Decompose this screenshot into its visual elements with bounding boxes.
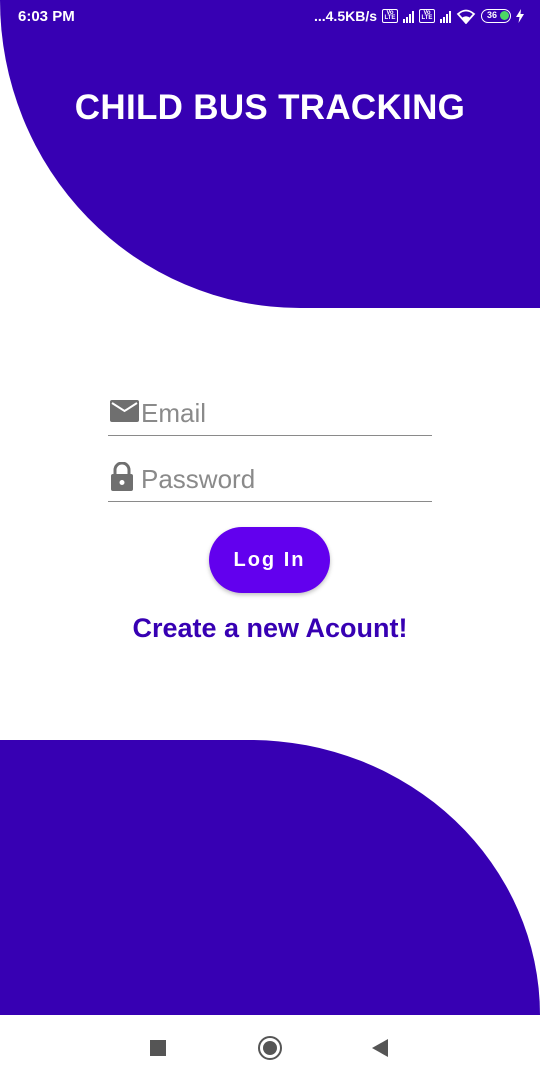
- recent-apps-icon[interactable]: [150, 1040, 166, 1056]
- volte-icon: Vo LTE: [382, 9, 398, 23]
- signal-icon: [403, 10, 414, 23]
- email-icon: [110, 400, 139, 422]
- volte-icon: Vo LTE: [419, 9, 435, 23]
- charging-icon: [516, 9, 524, 23]
- status-time: 6:03 PM: [18, 8, 75, 25]
- login-button[interactable]: Log In: [209, 527, 330, 593]
- create-account-link[interactable]: Create a new Acount!: [0, 613, 540, 644]
- app-title: CHILD BUS TRACKING: [74, 88, 466, 127]
- password-field[interactable]: [108, 456, 432, 502]
- battery-icon: 36: [481, 9, 511, 23]
- status-bar: 6:03 PM ...4.5KB/s Vo LTE Vo LTE 36: [0, 0, 540, 34]
- network-speed: ...4.5KB/s: [313, 8, 377, 24]
- header-background: [0, 0, 540, 308]
- email-field[interactable]: [108, 390, 432, 436]
- back-icon[interactable]: [372, 1039, 388, 1057]
- home-icon[interactable]: [258, 1036, 282, 1060]
- navigation-bar: [0, 1015, 540, 1080]
- status-icons: ...4.5KB/s Vo LTE Vo LTE 36: [314, 8, 524, 24]
- footer-background: [0, 740, 540, 1015]
- wifi-icon: [456, 9, 476, 24]
- signal-icon: [440, 10, 451, 23]
- password-input[interactable]: [141, 460, 426, 498]
- email-input[interactable]: [141, 394, 426, 432]
- battery-level: 36: [486, 10, 497, 20]
- lock-icon: [111, 462, 133, 491]
